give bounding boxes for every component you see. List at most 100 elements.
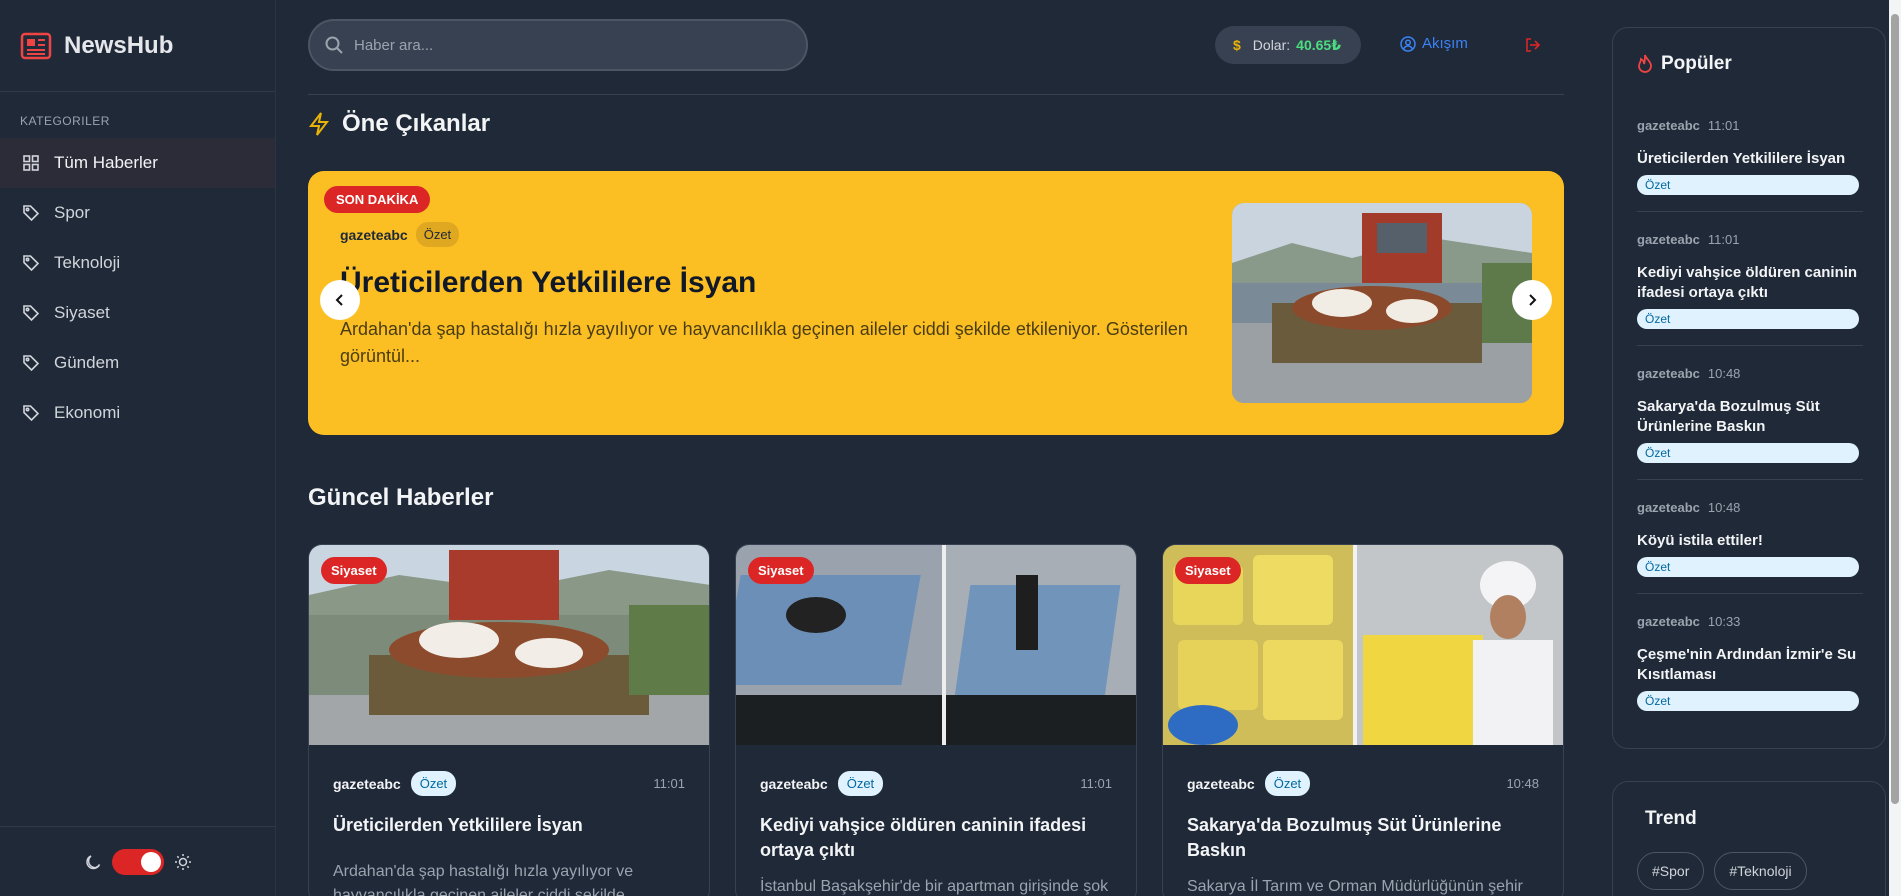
tag-icon: [23, 205, 40, 222]
sun-icon: [175, 853, 191, 870]
card-title[interactable]: Sakarya'da Bozulmuş Süt Ürünlerine Baskı…: [1187, 813, 1539, 863]
popular-source: gazeteabc: [1637, 614, 1700, 629]
scrollbar-thumb[interactable]: [1891, 14, 1899, 804]
theme-switcher: [0, 826, 276, 896]
popular-item[interactable]: gazeteabc 11:01 Kediyi vahşice öldüren ca…: [1637, 232, 1863, 346]
card-time: 11:01: [653, 776, 685, 791]
chevron-right-icon: [1529, 294, 1537, 306]
sidebar-item-label: Ekonomi: [54, 403, 121, 422]
trend-tags: #Spor #Teknoloji: [1637, 852, 1807, 890]
theme-toggle[interactable]: [112, 848, 164, 875]
summary-chip[interactable]: Özet: [1264, 771, 1311, 796]
currency-label: Dolar:: [1252, 37, 1291, 53]
category-nav: Tüm Haberler Spor Teknoloji Siyaset Günd…: [0, 138, 275, 438]
summary-chip[interactable]: Özet: [1637, 691, 1859, 711]
sidebar-item-all-news[interactable]: Tüm Haberler: [0, 138, 275, 188]
tag-icon: [23, 355, 40, 372]
category-badge[interactable]: Siyaset: [321, 557, 387, 584]
sidebar-item-label: Teknoloji: [54, 253, 121, 272]
popular-source: gazeteabc: [1637, 366, 1700, 381]
popular-item[interactable]: gazeteabc 11:01 Üreticilerden Yetkililere…: [1637, 118, 1863, 212]
news-card[interactable]: Siyaset gazeteabc Özet 11:01 Üreticilerd…: [308, 544, 710, 896]
brand[interactable]: NewsHub: [0, 0, 275, 92]
featured-meta: gazeteabc Özet: [340, 222, 460, 247]
logout-icon[interactable]: [1524, 36, 1542, 54]
category-badge[interactable]: Siyaset: [1175, 557, 1241, 584]
featured-title-text: Öne Çıkanlar: [342, 110, 491, 137]
featured-headline[interactable]: Üreticilerden Yetkililere İsyan: [340, 266, 756, 300]
popular-time: 11:01: [1707, 118, 1740, 133]
my-feed-link[interactable]: Akışım: [1400, 35, 1468, 52]
card-title[interactable]: Üreticilerden Yetkililere İsyan: [333, 813, 685, 838]
summary-chip[interactable]: Özet: [837, 771, 884, 796]
card-source: gazeteabc: [760, 775, 828, 792]
sidebar-item-label: Gündem: [54, 353, 120, 372]
popular-item[interactable]: gazeteabc 10:48 Sakarya'da Bozulmuş Süt Ü…: [1637, 366, 1863, 480]
news-card[interactable]: Siyaset gazeteabc Özet 11:01 Kediyi vahş…: [735, 544, 1137, 896]
popular-meta: gazeteabc 10:48: [1637, 500, 1863, 515]
search-icon: [325, 36, 343, 54]
card-source: gazeteabc: [333, 775, 401, 792]
summary-chip[interactable]: Özet: [1637, 175, 1859, 195]
category-badge[interactable]: Siyaset: [748, 557, 814, 584]
featured-carousel[interactable]: SON DAKİKA gazeteabc Özet Üreticilerden …: [308, 171, 1564, 435]
featured-image[interactable]: [1232, 203, 1532, 403]
card-time: 11:01: [1080, 776, 1112, 791]
search-bar[interactable]: [308, 19, 808, 71]
popular-time: 10:48: [1707, 366, 1741, 381]
popular-source: gazeteabc: [1637, 118, 1700, 133]
summary-chip[interactable]: Özet: [410, 771, 457, 796]
popular-time: 10:48: [1707, 500, 1741, 515]
categories-heading: KATEGORILER: [20, 114, 110, 128]
summary-chip[interactable]: Özet: [1637, 309, 1859, 329]
sidebar-item-technology[interactable]: Teknoloji: [0, 238, 275, 288]
trend-title: Trend: [1645, 808, 1697, 829]
sidebar-item-sports[interactable]: Spor: [0, 188, 275, 238]
popular-item[interactable]: gazeteabc 10:48 Köyü istila ettiler! Özet: [1637, 500, 1863, 594]
card-title[interactable]: Kediyi vahşice öldüren caninin ifadesi o…: [760, 813, 1112, 863]
card-meta: gazeteabc Özet 11:01: [760, 771, 1112, 796]
popular-title-text[interactable]: Çeşme'nin Ardından İzmir'e Su Kısıtlamas…: [1637, 645, 1863, 685]
tag-icon: [23, 405, 40, 422]
carousel-prev-button[interactable]: [320, 280, 360, 320]
breaking-badge: SON DAKİKA: [324, 186, 431, 213]
sidebar-item-agenda[interactable]: Gündem: [0, 338, 275, 388]
tag-icon: [23, 255, 40, 272]
carousel-next-button[interactable]: [1512, 280, 1552, 320]
sidebar-item-label: Siyaset: [54, 303, 110, 322]
popular-source: gazeteabc: [1637, 232, 1700, 247]
moon-icon: [86, 854, 101, 869]
sidebar-item-label: Spor: [54, 203, 90, 222]
popular-panel: Popüler gazeteabc 11:01 Üreticilerden Yet…: [1612, 27, 1886, 749]
popular-meta: gazeteabc 10:48: [1637, 366, 1863, 381]
popular-meta: gazeteabc 11:01: [1637, 118, 1863, 133]
popular-title-text[interactable]: Sakarya'da Bozulmuş Süt Ürünlerine Baskı…: [1637, 397, 1863, 437]
currency-value: 40.65₺: [1296, 36, 1341, 53]
search-input[interactable]: [354, 36, 774, 54]
news-title-text: Güncel Haberler: [308, 484, 494, 511]
dollar-icon: $: [1233, 37, 1241, 53]
popular-title-text[interactable]: Kediyi vahşice öldüren caninin ifadesi o…: [1637, 263, 1863, 303]
summary-chip[interactable]: Özet: [415, 222, 460, 247]
popular-title-text[interactable]: Üreticilerden Yetkililere İsyan: [1637, 149, 1863, 169]
page-scrollbar[interactable]: [1889, 0, 1901, 896]
summary-chip[interactable]: Özet: [1637, 557, 1859, 577]
popular-title: Popüler: [1661, 53, 1732, 74]
popular-title-text[interactable]: Köyü istila ettiler!: [1637, 531, 1863, 551]
sidebar-item-politics[interactable]: Siyaset: [0, 288, 275, 338]
popular-time: 11:01: [1707, 232, 1740, 247]
lightning-icon: [308, 112, 330, 136]
trend-tag-sports[interactable]: #Spor: [1637, 852, 1705, 890]
trend-tag-technology[interactable]: #Teknoloji: [1714, 852, 1807, 890]
popular-meta: gazeteabc 11:01: [1637, 232, 1863, 247]
summary-chip[interactable]: Özet: [1637, 443, 1859, 463]
popular-item[interactable]: gazeteabc 10:33 Çeşme'nin Ardından İzmir'…: [1637, 614, 1863, 724]
news-card[interactable]: Siyaset gazeteabc Özet 10:48 Sakarya'da …: [1162, 544, 1564, 896]
fire-icon: [1638, 54, 1652, 73]
card-description: İstanbul Başakşehir'de bir apartman giri…: [760, 878, 1109, 895]
grid-icon: [23, 155, 39, 171]
featured-source: gazeteabc: [340, 226, 408, 243]
news-section-title: Güncel Haberler: [308, 484, 493, 512]
user-circle-icon: [1400, 35, 1416, 52]
sidebar-item-economy[interactable]: Ekonomi: [0, 388, 275, 438]
